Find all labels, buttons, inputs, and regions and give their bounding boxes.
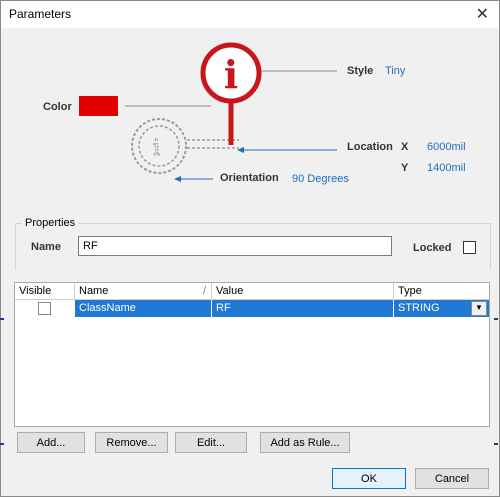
locked-label: Locked: [413, 242, 452, 254]
location-y-label: Y: [401, 162, 409, 174]
column-header-name-label: Name: [79, 285, 109, 297]
remove-button[interactable]: Remove...: [95, 432, 168, 453]
parameters-dialog: Parameters ✕ i i Color Style Tiny Locati…: [0, 0, 500, 497]
title-bar: Parameters ✕: [1, 1, 499, 28]
column-header-name[interactable]: Name /: [75, 283, 212, 299]
row-type-value: STRING: [398, 302, 440, 314]
background-edge-mark: [0, 318, 4, 320]
add-as-rule-button[interactable]: Add as Rule...: [260, 432, 350, 453]
orientation-value[interactable]: 90 Degrees: [292, 173, 349, 185]
close-icon[interactable]: ✕: [476, 4, 489, 24]
row-name-cell[interactable]: ClassName: [75, 300, 212, 317]
row-value-cell[interactable]: RF: [212, 300, 394, 317]
background-edge-mark: [494, 318, 498, 320]
dialog-title: Parameters: [9, 7, 72, 21]
location-y-value[interactable]: 1400mil: [427, 162, 466, 174]
orientation-label: Orientation: [220, 172, 279, 184]
table-header: Visible Name / Value Type: [15, 283, 489, 300]
properties-group-label: Properties: [22, 217, 79, 229]
name-label: Name: [31, 241, 61, 253]
column-header-value[interactable]: Value: [212, 283, 394, 299]
add-button[interactable]: Add...: [17, 432, 85, 453]
cancel-button[interactable]: Cancel: [415, 468, 489, 489]
svg-text:i: i: [153, 136, 160, 161]
visible-cell: [15, 300, 75, 317]
parameter-diagram: i i Color Style Tiny Location X 6000mil …: [1, 29, 499, 199]
background-edge-mark: [494, 443, 498, 445]
location-label: Location: [347, 141, 393, 153]
visible-checkbox[interactable]: [38, 302, 51, 315]
edit-button[interactable]: Edit...: [175, 432, 247, 453]
locked-checkbox[interactable]: [463, 241, 476, 254]
svg-text:i: i: [224, 52, 238, 97]
chevron-down-icon[interactable]: ▼: [471, 301, 487, 316]
row-type-cell[interactable]: STRING ▼: [394, 300, 489, 317]
parameters-table: Visible Name / Value Type ClassName RF S…: [14, 282, 490, 427]
style-value[interactable]: Tiny: [385, 65, 405, 77]
sort-icon: /: [202, 285, 206, 297]
background-edge-mark: [0, 443, 4, 445]
style-label: Style: [347, 65, 374, 77]
column-header-visible[interactable]: Visible: [15, 283, 75, 299]
color-label: Color: [43, 101, 72, 113]
ok-button[interactable]: OK: [332, 468, 406, 489]
column-header-type[interactable]: Type: [394, 283, 489, 299]
color-swatch[interactable]: [79, 96, 118, 116]
location-x-value[interactable]: 6000mil: [427, 141, 466, 153]
table-row[interactable]: ClassName RF STRING ▼: [15, 300, 489, 317]
location-x-label: X: [401, 141, 409, 153]
name-field[interactable]: [78, 236, 392, 256]
